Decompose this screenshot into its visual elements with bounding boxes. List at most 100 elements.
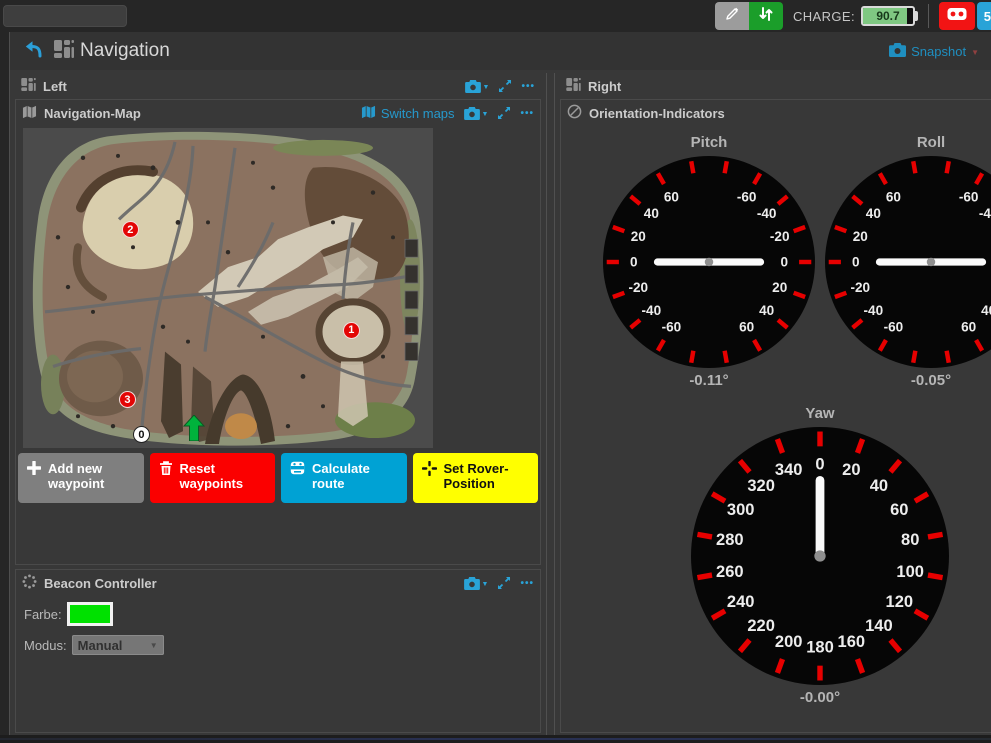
page-title: Navigation xyxy=(80,40,170,62)
svg-text:-40: -40 xyxy=(757,206,777,221)
beacon-controller-header: Beacon Controller ▼ ••• xyxy=(16,570,540,596)
svg-text:20: 20 xyxy=(772,280,787,295)
svg-text:-40: -40 xyxy=(642,303,662,318)
empty-tab[interactable] xyxy=(3,5,127,27)
plus-icon xyxy=(27,461,41,478)
svg-text:300: 300 xyxy=(727,501,755,519)
orientation-icon xyxy=(567,104,582,122)
reset-waypoints-button[interactable]: Reset waypoints xyxy=(150,453,276,503)
map-overlay: 2 1 3 0 xyxy=(23,128,433,448)
svg-text:20: 20 xyxy=(631,229,646,244)
set-rover-position-button[interactable]: Set Rover-Position xyxy=(413,453,539,503)
yaw-gauge-dial: 0204060801001201401601802002202402602803… xyxy=(691,427,949,685)
yaw-gauge-title: Yaw xyxy=(805,405,834,422)
pitch-gauge: Pitch -60-60-40-40-20-2000202040406060 -… xyxy=(603,126,815,389)
svg-text:60: 60 xyxy=(739,320,754,335)
right-panel-title: Right xyxy=(588,79,621,94)
more-options-icon[interactable]: ••• xyxy=(521,81,535,92)
map-panel-filler xyxy=(16,505,540,564)
back-button[interactable] xyxy=(20,38,46,64)
chevron-down-icon: ▼ xyxy=(482,111,489,118)
snapshot-button[interactable]: Snapshot ▼ xyxy=(889,43,979,60)
calculate-route-button[interactable]: Calculate route xyxy=(281,453,407,503)
dashboard-icon xyxy=(566,78,581,94)
rover-marker[interactable] xyxy=(183,415,205,441)
snapshot-label: Snapshot xyxy=(911,44,966,59)
roll-gauge-value: -0.05° xyxy=(911,372,951,389)
svg-text:40: 40 xyxy=(870,477,888,495)
beacon-controller-title: Beacon Controller xyxy=(44,576,157,591)
yaw-gauge-value: -0.00° xyxy=(800,689,840,706)
svg-text:200: 200 xyxy=(775,633,803,651)
svg-text:160: 160 xyxy=(838,633,866,651)
svg-text:0: 0 xyxy=(852,255,860,270)
navigation-map-header: Navigation-Map Switch maps xyxy=(16,100,540,126)
svg-text:80: 80 xyxy=(901,531,919,549)
expand-icon[interactable] xyxy=(498,79,512,93)
yaw-gauge-row: Yaw 020406080100120140160180200220240260… xyxy=(561,397,991,706)
svg-text:-40: -40 xyxy=(864,303,884,318)
beacon-mode-select[interactable]: Manual ▼ xyxy=(72,635,164,655)
reset-waypoints-label: Reset waypoints xyxy=(180,461,270,491)
svg-text:40: 40 xyxy=(759,303,774,318)
dashboard-icon xyxy=(21,78,36,94)
up-down-arrows-icon xyxy=(757,5,775,28)
edit-button[interactable] xyxy=(715,2,749,30)
waypoint-marker[interactable]: 2 xyxy=(122,221,139,238)
expand-icon[interactable] xyxy=(497,576,511,590)
switch-maps-label: Switch maps xyxy=(381,106,455,121)
rover-control-app: CHARGE: 90.7 50 xyxy=(0,0,991,743)
chevron-down-icon: ▼ xyxy=(971,48,979,57)
svg-text:40: 40 xyxy=(866,206,881,221)
right-panel-header: Right ••• xyxy=(560,73,991,99)
beacon-color-swatch[interactable] xyxy=(67,602,113,626)
dashboard-icon xyxy=(54,40,74,63)
svg-text:40: 40 xyxy=(644,206,659,221)
topbar-divider xyxy=(928,4,929,28)
navigation-map-title: Navigation-Map xyxy=(44,106,141,121)
waypoint-marker[interactable]: 0 xyxy=(133,426,150,443)
bottom-edge-bar xyxy=(0,735,991,743)
svg-text:120: 120 xyxy=(886,593,914,611)
map-icon xyxy=(361,105,376,122)
beacon-controller-body: Farbe: Modus: Manual ▼ xyxy=(16,596,540,732)
navigation-map-panel: Navigation-Map Switch maps xyxy=(15,99,541,565)
camera-icon[interactable]: ▼ xyxy=(464,107,489,120)
svg-text:-60: -60 xyxy=(737,189,757,204)
waypoint-marker[interactable]: 3 xyxy=(119,391,136,408)
svg-text:40: 40 xyxy=(981,303,991,318)
chevron-down-icon: ▼ xyxy=(482,581,489,588)
roll-gauge-dial: -60-60-40-40-20-2000202040406060 xyxy=(825,156,991,368)
expand-icon[interactable] xyxy=(497,106,511,120)
sync-button[interactable] xyxy=(749,2,783,30)
svg-text:240: 240 xyxy=(727,593,755,611)
calculate-route-label: Calculate route xyxy=(312,461,401,491)
add-waypoint-button[interactable]: Add new waypoint xyxy=(18,453,144,503)
svg-text:0: 0 xyxy=(815,455,824,473)
more-options-icon[interactable]: ••• xyxy=(520,578,534,589)
orientation-indicators-header: Orientation-Indicators xyxy=(561,100,991,126)
switch-maps-button[interactable]: Switch maps xyxy=(361,105,455,122)
camera-icon xyxy=(889,43,906,60)
back-arrow-icon xyxy=(22,38,44,65)
navigation-map[interactable]: 2 1 3 0 xyxy=(23,128,433,448)
svg-text:280: 280 xyxy=(716,531,744,549)
svg-text:-40: -40 xyxy=(979,206,991,221)
svg-text:60: 60 xyxy=(664,189,679,204)
svg-text:100: 100 xyxy=(896,563,924,581)
svg-text:-20: -20 xyxy=(628,280,648,295)
map-buttons: Add new waypoint Reset waypoints xyxy=(16,452,540,505)
svg-text:60: 60 xyxy=(886,189,901,204)
svg-text:260: 260 xyxy=(716,563,744,581)
camera-icon[interactable]: ▼ xyxy=(464,577,489,590)
waypoint-marker[interactable]: 1 xyxy=(343,322,360,339)
more-options-icon[interactable]: ••• xyxy=(520,108,534,119)
trash-icon xyxy=(159,461,173,479)
svg-text:0: 0 xyxy=(780,255,788,270)
attitude-gauges-row: Pitch -60-60-40-40-20-2000202040406060 -… xyxy=(561,126,991,389)
svg-text:-20: -20 xyxy=(850,280,870,295)
svg-text:-60: -60 xyxy=(959,189,979,204)
camera-icon[interactable]: ▼ xyxy=(465,80,490,93)
speed-setting[interactable]: 50 xyxy=(977,2,991,30)
gamepad-button[interactable] xyxy=(939,2,975,30)
